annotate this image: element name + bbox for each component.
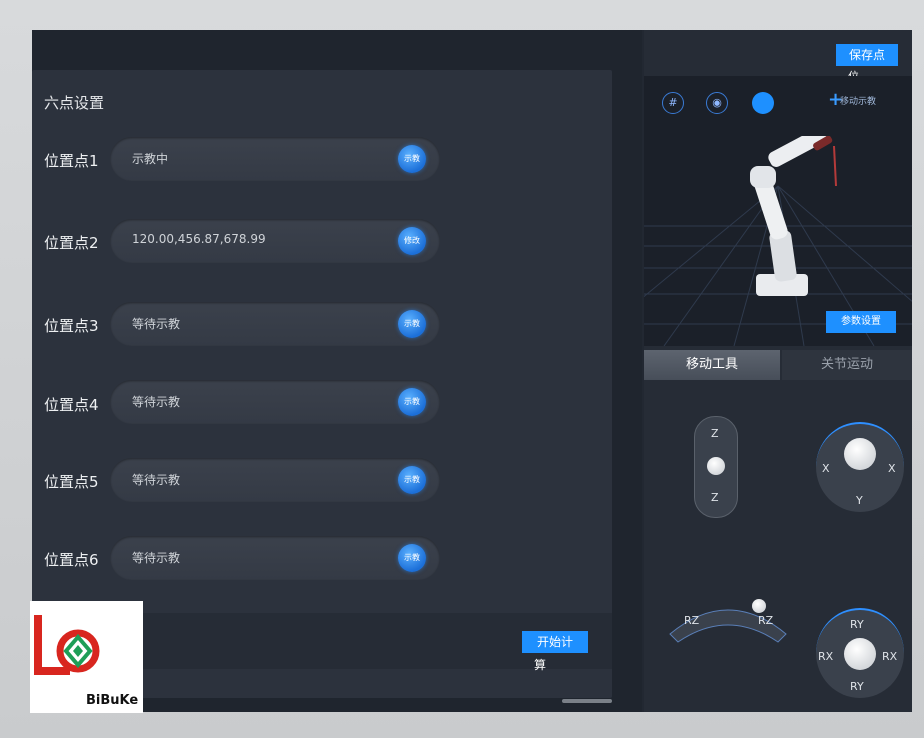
z-top-label: Z: [711, 427, 719, 440]
position-value-6: 等待示教: [132, 551, 181, 565]
record-dot-button[interactable]: [752, 92, 774, 114]
position-label-2: 位置点2: [44, 234, 99, 252]
save-point-button[interactable]: 保存点: [836, 44, 898, 66]
position-value-1: 示教中: [132, 152, 169, 166]
position-label-5: 位置点5: [44, 473, 99, 491]
x-right-label: X: [888, 462, 896, 475]
robot-control-area: 保存点 位: [644, 30, 912, 712]
position-label-1: 位置点1: [44, 152, 99, 170]
position-value-5: 等待示教: [132, 473, 181, 487]
robot-3d-view[interactable]: # ◉ + 移动示教 参数设置: [644, 76, 912, 346]
rx-right-label: RX: [882, 650, 898, 663]
x-left-label: X: [822, 462, 830, 475]
xy-joystick[interactable]: X X Y: [816, 422, 904, 512]
rotation-joystick[interactable]: RY RX RX RY: [816, 608, 904, 698]
move-teach-label[interactable]: 移动示教: [840, 94, 876, 107]
edit-button-2[interactable]: 修改: [398, 227, 426, 255]
position-field-4: 等待示教 示教: [110, 380, 440, 424]
rz-left-label: RZ: [684, 614, 700, 627]
ry-bottom-label: RY: [850, 680, 864, 693]
position-value-3: 等待示教: [132, 317, 181, 331]
bibuke-logo-text: BiBuKe: [86, 693, 139, 708]
position-value-2: 120.00,456.87,678.99: [132, 232, 266, 246]
parameter-settings-button[interactable]: 参数设置: [826, 311, 896, 333]
position-label-3: 位置点3: [44, 317, 99, 335]
tab-move-tool[interactable]: 移动工具: [644, 350, 780, 380]
z-axis-slider[interactable]: Z Z: [694, 416, 738, 518]
teach-button-6[interactable]: 示教: [398, 544, 426, 572]
tab-joint-motion[interactable]: 关节运动: [782, 350, 912, 380]
position-label-6: 位置点6: [44, 551, 99, 569]
y-bottom-label: Y: [856, 494, 863, 507]
panel-title: 六点设置: [44, 94, 105, 112]
rotation-knob[interactable]: [844, 638, 876, 670]
teach-button-1[interactable]: 示教: [398, 145, 426, 173]
start-calculation-button-wrap: 算: [534, 658, 547, 672]
xy-knob[interactable]: [844, 438, 876, 470]
position-field-6: 等待示教 示教: [110, 536, 440, 580]
rz-knob[interactable]: [752, 599, 766, 613]
position-field-2: 120.00,456.87,678.99 修改: [110, 219, 440, 263]
eye-icon[interactable]: ◉: [706, 92, 728, 114]
bibuke-logo: BiBuKe: [30, 601, 143, 713]
z-knob[interactable]: [707, 457, 725, 475]
position-value-4: 等待示教: [132, 395, 181, 409]
tablet-screen: 六点设置 位置点1 示教中 示教 位置点2 120.00,456.87,678.…: [32, 30, 912, 712]
rx-left-label: RX: [818, 650, 834, 663]
position-field-5: 等待示教 示教: [110, 458, 440, 502]
ry-top-label: RY: [850, 618, 864, 631]
position-label-4: 位置点4: [44, 396, 99, 414]
teach-button-4[interactable]: 示教: [398, 388, 426, 416]
start-calculation-button[interactable]: 开始计: [522, 631, 588, 653]
rz-right-label: RZ: [758, 614, 774, 627]
z-bottom-label: Z: [711, 491, 719, 504]
control-tabs: 移动工具 关节运动: [644, 350, 912, 380]
bibuke-logo-mark: [34, 615, 100, 675]
position-field-1: 示教中 示教: [110, 137, 440, 181]
teach-button-5[interactable]: 示教: [398, 466, 426, 494]
position-field-3: 等待示教 示教: [110, 302, 440, 346]
robot-arm-model: [750, 136, 837, 296]
home-indicator: [562, 699, 612, 703]
grid-icon[interactable]: #: [662, 92, 684, 114]
teach-button-3[interactable]: 示教: [398, 310, 426, 338]
